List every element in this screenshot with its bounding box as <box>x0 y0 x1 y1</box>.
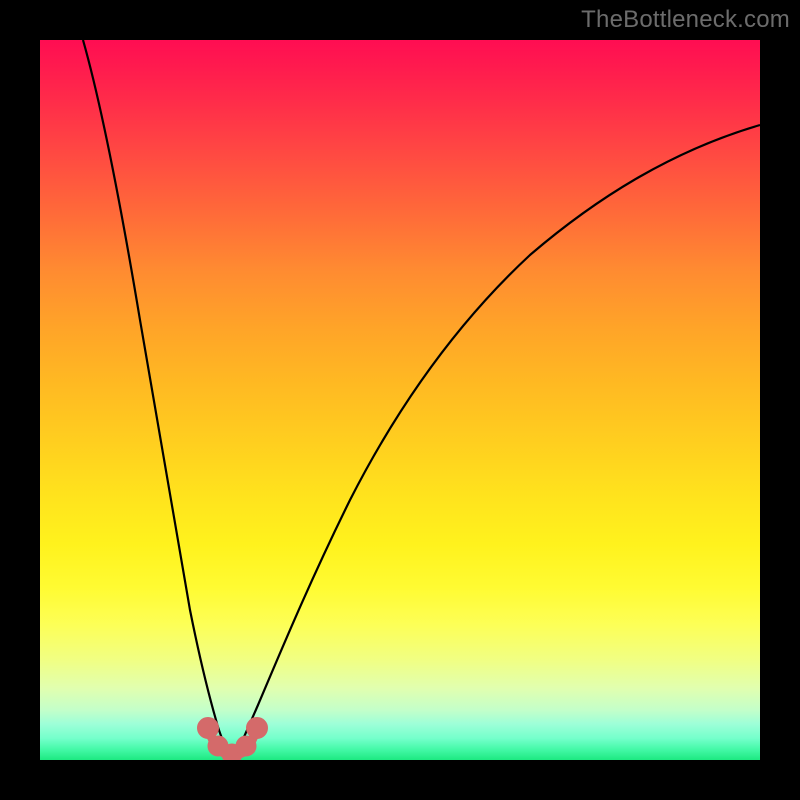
right-curve <box>238 125 760 750</box>
marker-cluster <box>202 722 264 761</box>
watermark-text: TheBottleneck.com <box>581 6 790 34</box>
chart-frame: TheBottleneck.com <box>0 0 800 800</box>
plot-area <box>40 40 760 760</box>
left-curve <box>83 40 228 750</box>
curves-layer <box>40 40 760 760</box>
